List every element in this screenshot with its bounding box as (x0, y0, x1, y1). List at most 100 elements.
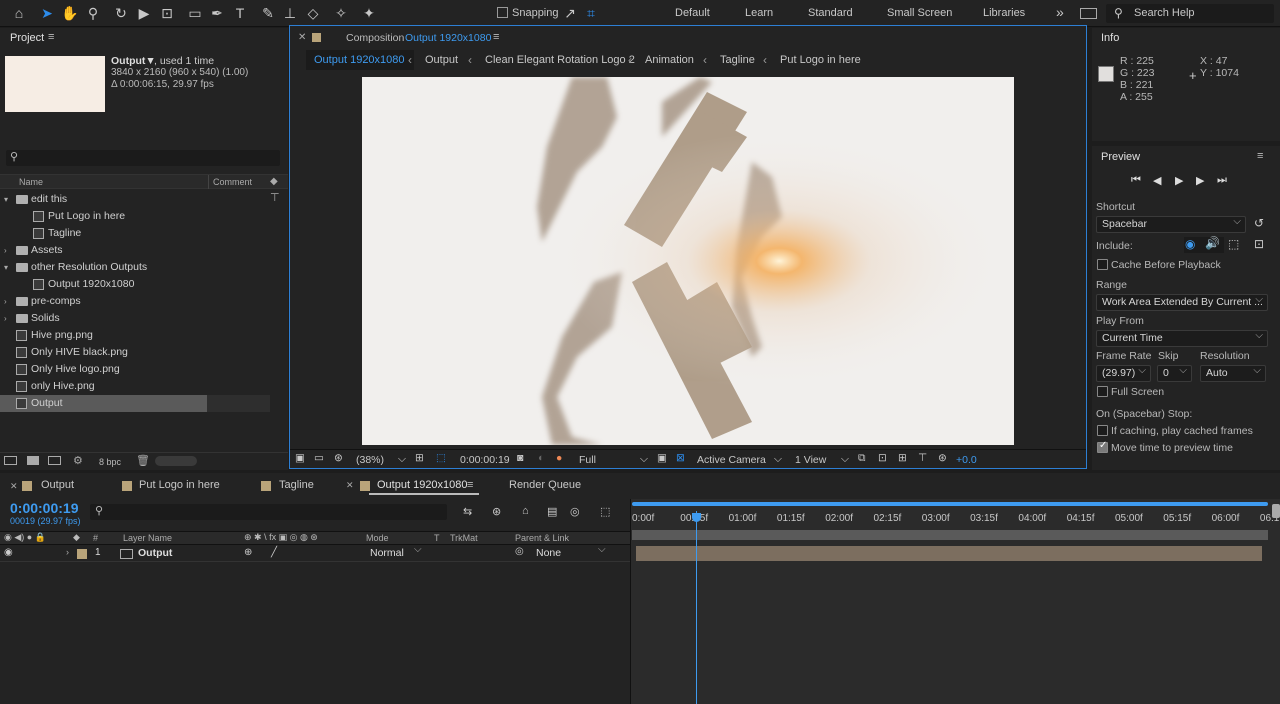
project-item-12[interactable]: Output (0, 395, 207, 412)
include-layer-controls-icon[interactable]: ⊡ (1254, 237, 1264, 251)
snapping-checkbox[interactable] (497, 7, 508, 18)
rotate-tool-icon[interactable]: ↻ (112, 4, 130, 22)
panel-menu-icon[interactable]: ≡ (1257, 150, 1263, 162)
layer-search-input[interactable]: ⚲ (90, 504, 447, 520)
timeline-current-time[interactable]: 0:00:00:19 (10, 500, 79, 516)
play-from-dropdown[interactable]: Current Time (1096, 328, 1268, 347)
snap-edges-icon[interactable]: ↗ (561, 4, 579, 22)
resolution-dropdown[interactable]: Full (579, 454, 596, 466)
current-time-indicator[interactable] (696, 511, 697, 704)
timeline-zoom-handle[interactable] (1272, 504, 1280, 518)
timeline-icon[interactable]: ⊞ (898, 452, 907, 464)
zoom-tool-icon[interactable]: ⚲ (84, 4, 102, 22)
chevron-right-icon[interactable]: › (4, 242, 7, 259)
quality-switch-icon[interactable]: ╱ (271, 547, 277, 558)
interpret-footage-icon[interactable] (4, 456, 17, 465)
flowchart-icon[interactable]: ⊤ (270, 191, 280, 204)
project-item-5[interactable]: Output 1920x1080 (0, 276, 270, 293)
puppet-pin-tool-icon[interactable]: ✦ (360, 4, 378, 22)
camera-dropdown[interactable]: Active Camera (697, 454, 766, 466)
include-video-icon[interactable]: ◉ (1185, 237, 1195, 251)
comp-flowchart-icon[interactable]: ⇆ (463, 505, 472, 518)
play-icon[interactable]: ▶ (1175, 174, 1183, 187)
mode-column[interactable]: Mode (366, 533, 389, 543)
tab-output-1920[interactable]: Output 1920x1080 (377, 479, 468, 491)
bit-depth-button[interactable]: 8 bpc (99, 457, 121, 467)
chevron-down-icon[interactable]: ⌵ (398, 453, 406, 466)
preview-panel-title[interactable]: Preview (1101, 151, 1140, 163)
workspace-libraries[interactable]: Libraries (983, 7, 1025, 19)
frame-blending-icon[interactable]: ▤ (547, 505, 557, 518)
workspace-small-screen[interactable]: Small Screen (887, 7, 952, 19)
composition-tab-name[interactable]: Output 1920x1080 (405, 32, 491, 44)
project-search-input[interactable]: ⚲ (6, 150, 280, 166)
toggle-pixel-aspect-icon[interactable]: ⧉ (858, 452, 866, 465)
column-name[interactable]: Name (19, 177, 43, 187)
always-preview-icon[interactable]: ▣ (295, 452, 305, 464)
close-icon[interactable]: ✕ (346, 480, 354, 491)
work-area-bar[interactable] (632, 502, 1268, 506)
column-comment[interactable]: Comment (213, 177, 252, 187)
include-audio-icon[interactable]: 🔊 (1205, 236, 1220, 250)
mode-dropdown[interactable]: Normal ⌵ (366, 544, 426, 561)
clone-stamp-tool-icon[interactable]: ⊥ (281, 4, 299, 22)
pan-behind-tool-icon[interactable]: ⊡ (158, 4, 176, 22)
search-help-field[interactable]: ⚲ Search Help (1106, 4, 1274, 23)
chevron-down-icon[interactable]: ⌵ (841, 453, 849, 466)
close-icon[interactable]: ✕ (10, 481, 18, 492)
workspace-standard[interactable]: Standard (808, 7, 853, 19)
first-frame-icon[interactable]: ⏮ (1131, 174, 1141, 187)
visibility-column-icon[interactable]: ◉ ◀) ● 🔒 (4, 532, 46, 543)
parent-dropdown[interactable]: None ⌵ (532, 544, 610, 561)
chevron-right-icon[interactable]: › (4, 293, 7, 310)
layer-row[interactable]: ◉ › 1 Output ⊕ ╱ Normal ⌵ ◎ None ⌵ (0, 544, 630, 562)
project-item-8[interactable]: Hive png.png (0, 327, 270, 344)
label-column-icon[interactable]: ◆ (73, 532, 80, 543)
full-screen-checkbox[interactable] (1097, 386, 1108, 397)
pickwhip-icon[interactable]: ◎ (515, 546, 524, 557)
more-workspaces-icon[interactable]: » (1056, 4, 1064, 20)
hand-tool-icon[interactable]: ✋ (61, 4, 79, 22)
project-item-0[interactable]: ▾ edit this (0, 191, 270, 208)
shy-layers-icon[interactable]: ⌂ (522, 505, 529, 517)
project-panel-title[interactable]: Project (10, 32, 44, 44)
range-dropdown[interactable]: Work Area Extended By Current ... (1096, 292, 1268, 311)
grid-icon[interactable]: ⊞ (415, 452, 424, 464)
tab-output[interactable]: Output (41, 479, 74, 491)
reset-exposure-icon[interactable]: ⊛ (938, 452, 947, 464)
transparency-grid-icon[interactable]: ⊠ (676, 452, 685, 464)
thumbnail-slider[interactable] (155, 456, 197, 466)
info-panel-title[interactable]: Info (1101, 32, 1119, 44)
chevron-down-icon[interactable]: ⌵ (640, 453, 648, 466)
panel-menu-icon[interactable]: ≡ (467, 479, 473, 491)
camera-tool-icon[interactable]: ▶ (135, 4, 153, 22)
last-frame-icon[interactable]: ⏭ (1217, 174, 1227, 187)
snapshot-icon[interactable]: ◙ (517, 452, 523, 464)
layer-label-swatch[interactable] (77, 549, 87, 559)
current-time-display[interactable]: 0:00:00:19 (460, 454, 510, 466)
rectangle-tool-icon[interactable]: ▭ (186, 4, 204, 22)
color-channels-icon[interactable]: ● (556, 452, 562, 464)
home-icon[interactable]: ⌂ (10, 4, 28, 22)
magnification-dropdown[interactable]: (38%) (356, 454, 384, 466)
workspace-learn[interactable]: Learn (745, 7, 773, 19)
chevron-right-icon[interactable]: › (66, 547, 69, 557)
monitor-icon[interactable]: ▭ (314, 452, 324, 464)
motion-blur-icon[interactable]: ◎ (570, 505, 580, 518)
brush-tool-icon[interactable]: ✎ (259, 4, 277, 22)
label-tag-icon[interactable]: ◆ (270, 176, 278, 187)
type-tool-icon[interactable]: T (231, 4, 249, 22)
project-item-11[interactable]: only Hive.png (0, 378, 270, 395)
playhead-handle[interactable] (692, 513, 701, 522)
layer-duration-bar[interactable] (636, 546, 1262, 561)
chevron-down-icon[interactable]: ▾ (4, 259, 8, 276)
next-frame-icon[interactable]: ▶ (1196, 174, 1204, 187)
parent-column[interactable]: Parent & Link (515, 533, 569, 543)
chevron-down-icon[interactable]: ⌵ (774, 453, 782, 466)
tab-render-queue[interactable]: Render Queue (509, 479, 581, 491)
breadcrumb-item-5[interactable]: Put Logo in here (780, 54, 861, 66)
exposure-value[interactable]: +0.0 (956, 454, 977, 466)
frame-rate-dropdown[interactable]: (29.97) (1096, 363, 1151, 382)
trkmat-column[interactable]: TrkMat (450, 533, 478, 543)
reset-icon[interactable]: ↺ (1254, 216, 1264, 230)
